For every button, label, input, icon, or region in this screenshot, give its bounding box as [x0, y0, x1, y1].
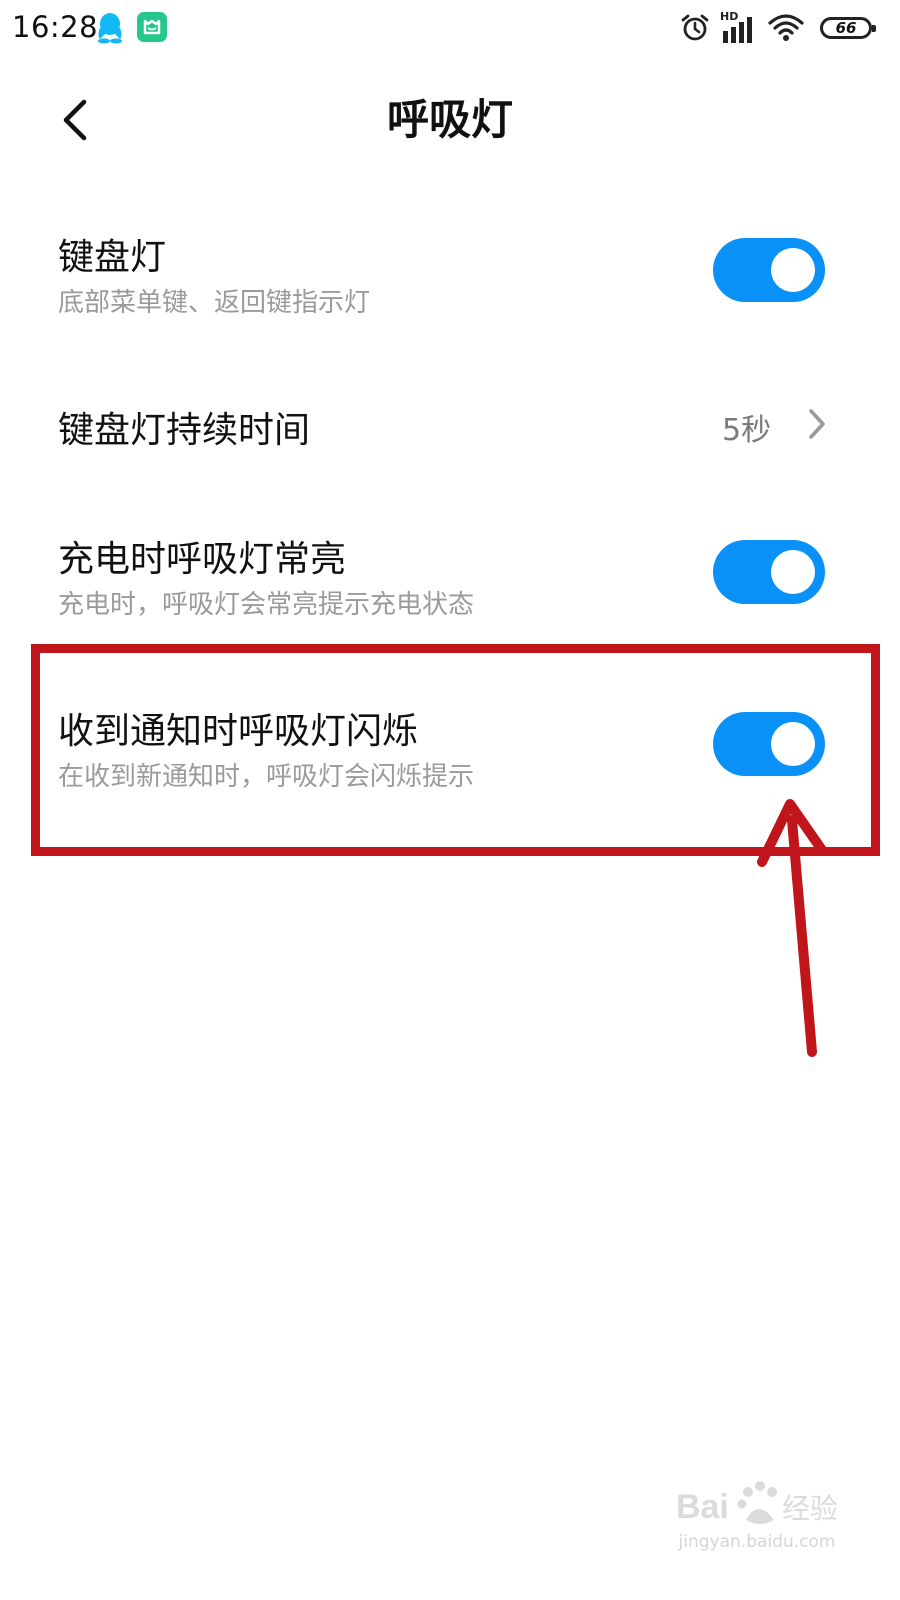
setting-notification-blink: 收到通知时呼吸灯闪烁 在收到新通知时，呼吸灯会闪烁提示 [0, 694, 900, 804]
battery-icon: 66 [820, 17, 876, 39]
keyboard-light-toggle[interactable] [713, 238, 825, 302]
svg-text:Bai: Bai [676, 1488, 729, 1526]
baidu-paw-icon: Bai 经验 [676, 1481, 838, 1526]
setting-subtitle: 充电时，呼吸灯会常亮提示充电状态 [58, 590, 475, 620]
toggle-knob [771, 550, 815, 594]
svg-text:经验: 经验 [782, 1492, 838, 1525]
setting-title: 充电时呼吸灯常亮 [58, 539, 347, 580]
toggle-knob [771, 248, 815, 292]
mi-app-icon [137, 12, 167, 42]
setting-subtitle: 底部菜单键、返回键指示灯 [58, 288, 371, 318]
setting-keyboard-light-duration[interactable]: 键盘灯持续时间 5秒 [0, 385, 900, 465]
status-time: 16:28 [12, 10, 99, 44]
setting-keyboard-light: 键盘灯 底部菜单键、返回键指示灯 [0, 220, 900, 330]
setting-title: 收到通知时呼吸灯闪烁 [58, 711, 419, 752]
setting-title: 键盘灯 [58, 237, 167, 278]
toggle-knob [771, 722, 815, 766]
signal-indicator: HD [720, 10, 758, 45]
signal-icon [723, 17, 752, 43]
annotation-arrow-icon [757, 799, 827, 1057]
qq-icon [98, 13, 122, 44]
setting-subtitle: 在收到新通知时，呼吸灯会闪烁提示 [58, 762, 475, 792]
charging-light-toggle[interactable] [713, 540, 825, 604]
wifi-icon [768, 14, 804, 41]
page-title: 呼吸灯 [386, 95, 513, 144]
watermark-url: jingyan.baidu.com [678, 1532, 836, 1552]
status-bar: 16:28 HD 66 [0, 0, 900, 58]
battery-level: 66 [835, 19, 857, 37]
setting-title: 键盘灯持续时间 [58, 410, 311, 451]
watermark: Bai 经验 jingyan.baidu.com [672, 1474, 842, 1564]
notification-blink-toggle[interactable] [713, 712, 825, 776]
setting-value: 5秒 [722, 413, 772, 448]
status-indicators: HD 66 [680, 10, 876, 46]
chevron-right-icon [809, 409, 825, 439]
setting-charging-light: 充电时呼吸灯常亮 充电时，呼吸灯会常亮提示充电状态 [0, 522, 900, 632]
alarm-icon [681, 14, 709, 41]
